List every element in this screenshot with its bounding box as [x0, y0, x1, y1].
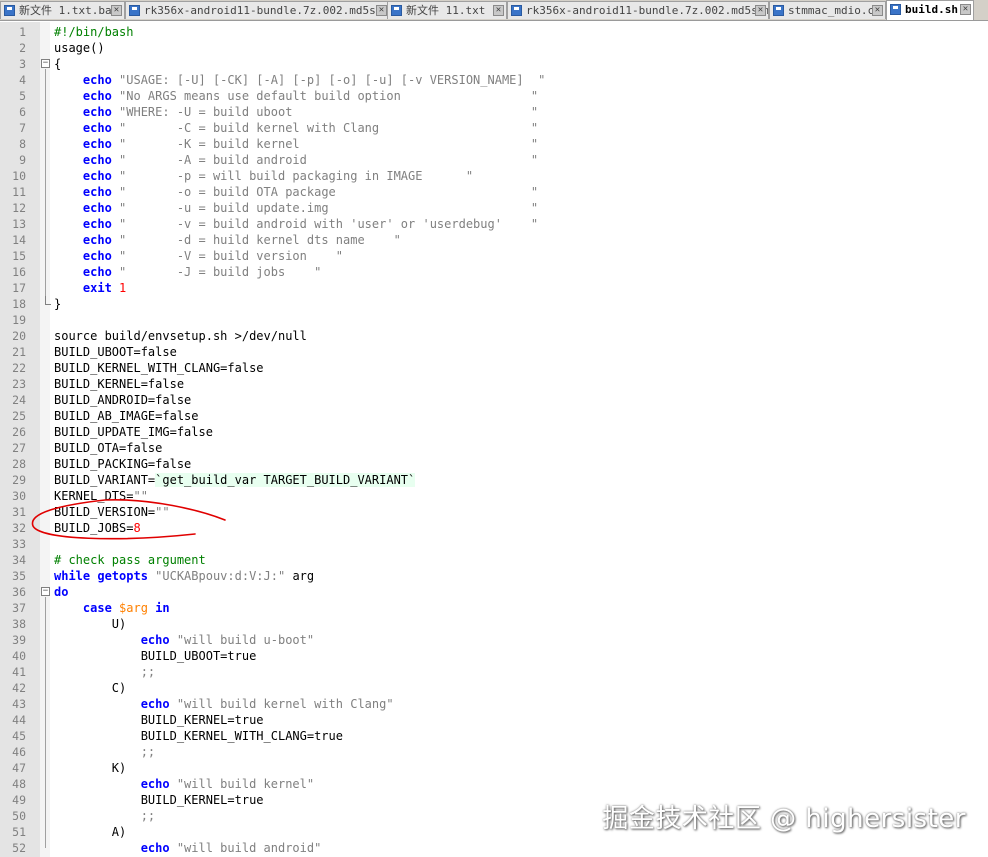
- watermark-text: 掘金技术社区 @ highersister: [602, 804, 966, 834]
- hand-drawn-circle-annotation: [31, 498, 226, 540]
- red-circle-stroke: [31, 498, 226, 540]
